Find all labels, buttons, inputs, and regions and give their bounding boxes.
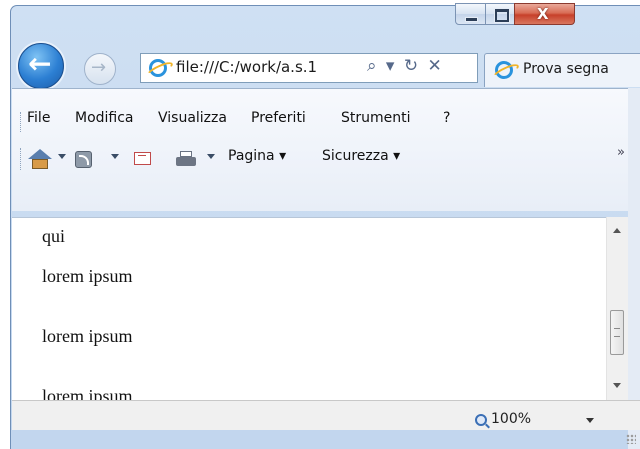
back-button[interactable]: ←: [18, 43, 64, 89]
maximize-button[interactable]: [485, 3, 515, 25]
commandbar-grip[interactable]: [20, 148, 23, 170]
ie-page-icon: [149, 59, 167, 77]
menu-strumenti[interactable]: Strumenti: [341, 110, 411, 126]
tab-title: Prova segna: [523, 61, 609, 77]
minimize-icon: [465, 17, 478, 22]
content-line: qui: [42, 226, 66, 246]
toolbar-overflow-chevron[interactable]: »: [617, 145, 625, 160]
close-button[interactable]: X: [514, 3, 575, 25]
security-menu[interactable]: Sicurezza ▾: [322, 148, 400, 174]
address-bar[interactable]: file:///C:/work/a.s.1 ⌕ ▾ ↻ ✕: [140, 53, 478, 83]
print-dropdown-arrow[interactable]: [207, 154, 215, 159]
menubar-grip[interactable]: [20, 112, 23, 132]
forward-button[interactable]: →: [84, 53, 116, 85]
scroll-up-icon[interactable]: [613, 228, 621, 233]
back-arrow-icon: ←: [28, 47, 52, 80]
address-url[interactable]: file:///C:/work/a.s.1: [176, 58, 317, 76]
menu-file[interactable]: File: [27, 110, 50, 126]
menu-visualizza[interactable]: Visualizza: [158, 110, 227, 126]
menu-preferiti[interactable]: Preferiti: [251, 110, 306, 126]
forward-arrow-icon: →: [91, 57, 107, 78]
tab-prova-segna[interactable]: Prova segna: [484, 53, 640, 87]
zoom-dropdown-arrow[interactable]: [586, 418, 594, 423]
rss-icon[interactable]: [75, 151, 92, 168]
status-bar: [12, 400, 640, 430]
address-tools[interactable]: ⌕ ▾ ↻ ✕: [367, 56, 444, 76]
menu-help[interactable]: ?: [443, 110, 450, 126]
menu-modifica[interactable]: Modifica: [75, 110, 134, 126]
ie-tab-icon: [495, 61, 513, 79]
minimize-button[interactable]: [455, 3, 486, 25]
content-line: lorem ipsum: [42, 326, 133, 346]
maximize-icon: [495, 9, 509, 22]
mail-icon[interactable]: [134, 152, 151, 165]
zoom-level[interactable]: 100%: [491, 411, 531, 427]
page-menu[interactable]: Pagina ▾: [228, 148, 286, 174]
scroll-thumb[interactable]: [610, 310, 624, 355]
content-line: lorem ipsum: [42, 386, 133, 401]
window-right-edge: [628, 88, 640, 449]
content-line: lorem ipsum: [42, 266, 133, 286]
vertical-scrollbar[interactable]: [606, 217, 629, 400]
scroll-down-icon[interactable]: [613, 383, 621, 388]
zoom-icon[interactable]: [475, 414, 487, 426]
page-content: qui lorem ipsum lorem ipsum lorem ipsum: [12, 217, 606, 401]
close-icon: X: [537, 5, 549, 23]
print-icon[interactable]: [176, 151, 196, 168]
resize-grip[interactable]: [626, 434, 636, 444]
home-icon[interactable]: [28, 149, 52, 169]
home-dropdown-arrow[interactable]: [58, 154, 66, 159]
rss-dropdown-arrow[interactable]: [111, 154, 119, 159]
